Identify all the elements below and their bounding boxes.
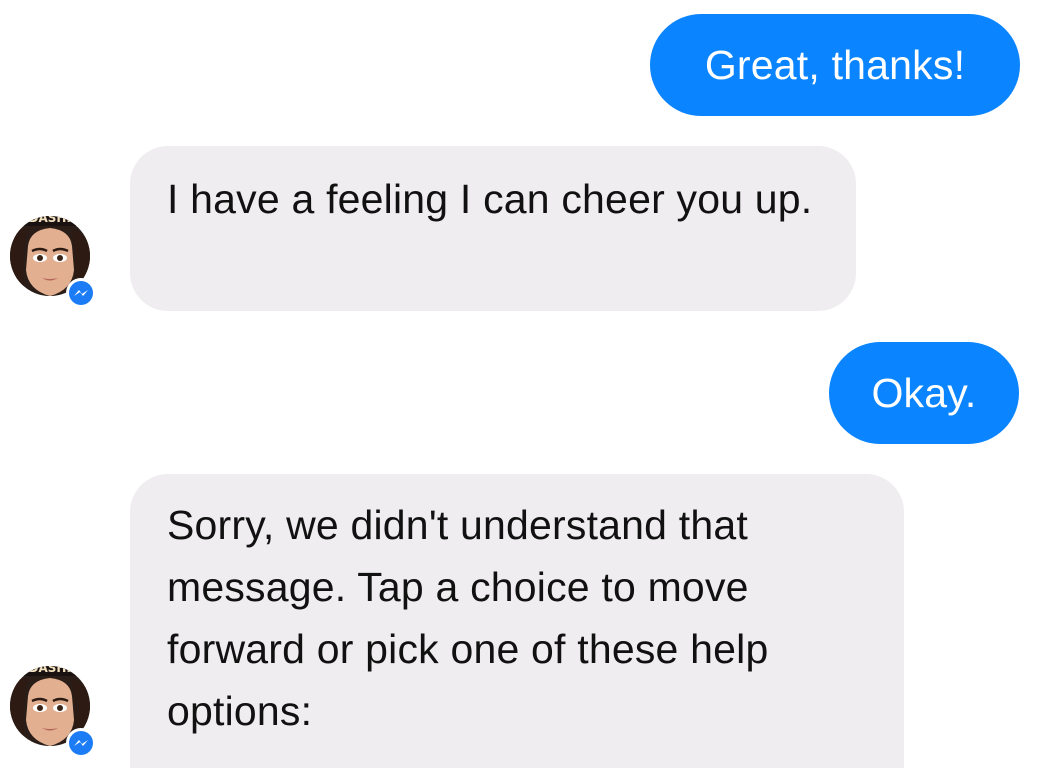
outgoing-message-bubble[interactable]: Great, thanks!: [650, 14, 1020, 116]
incoming-message-bubble[interactable]: Sorry, we didn't understand that message…: [130, 474, 904, 768]
messenger-badge-icon: [66, 278, 96, 308]
bot-avatar[interactable]: ARDASHIA: [6, 206, 98, 310]
messenger-badge-icon: [66, 728, 96, 758]
chat-conversation: Great, thanks! ARDASHIA I have a feeling…: [0, 0, 1054, 768]
bot-avatar[interactable]: ARDASHIA: [6, 656, 98, 760]
avatar-banner-text: ARDASHIA: [10, 211, 81, 225]
avatar-banner-text: ARDASHIA: [10, 661, 81, 675]
outgoing-message-bubble[interactable]: Okay.: [829, 342, 1019, 444]
incoming-message-bubble[interactable]: I have a feeling I can cheer you up.: [130, 146, 856, 311]
